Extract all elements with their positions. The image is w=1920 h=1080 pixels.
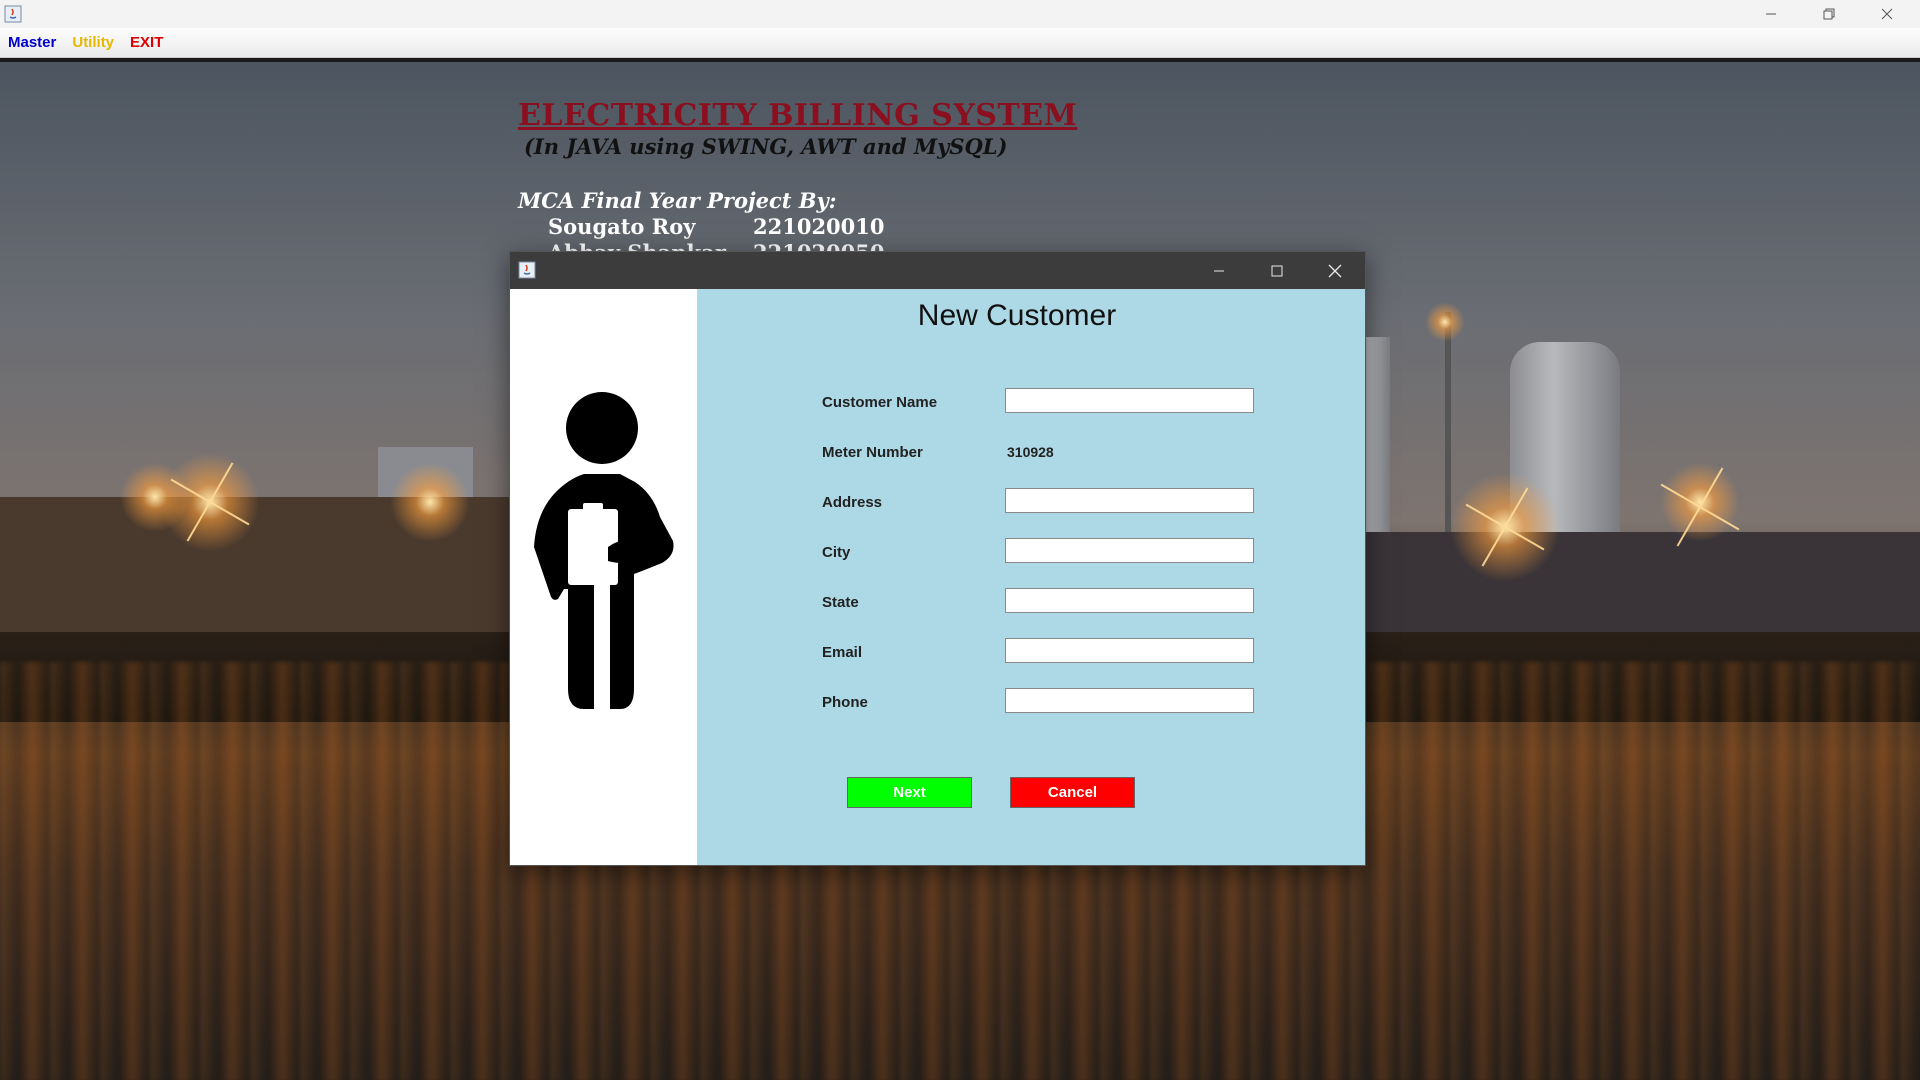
project-by-label: MCA Final Year Project By:	[518, 188, 837, 213]
phone-label: Phone	[822, 694, 868, 711]
menu-exit[interactable]: EXIT	[130, 34, 163, 51]
light-flare	[165, 457, 255, 547]
menubar: Master Utility EXIT	[0, 28, 1920, 58]
light-flare	[1460, 482, 1550, 572]
dialog-heading: New Customer	[917, 299, 1117, 332]
menu-utility[interactable]: Utility	[72, 34, 114, 51]
minimize-button[interactable]	[1742, 0, 1800, 28]
meter-number-label: Meter Number	[822, 444, 923, 461]
customer-name-label: Customer Name	[822, 394, 938, 411]
dialog-image-panel	[510, 289, 697, 865]
main-window-titlebar	[0, 0, 1920, 28]
dialog-minimize-button[interactable]	[1190, 252, 1248, 289]
close-icon	[1881, 8, 1893, 20]
meter-number-value: 310928	[1007, 444, 1054, 460]
email-label: Email	[822, 644, 863, 661]
address-label: Address	[822, 494, 883, 511]
app-subtitle: (In JAVA using SWING, AWT and MySQL)	[524, 134, 1008, 159]
maximize-icon	[1271, 265, 1283, 276]
dialog-titlebar	[510, 252, 1365, 289]
person-with-clipboard-icon	[534, 392, 674, 709]
dialog-maximize-button[interactable]	[1248, 252, 1306, 289]
dialog-close-button[interactable]	[1306, 252, 1364, 289]
light-glow	[1425, 302, 1465, 342]
state-input[interactable]	[1005, 588, 1254, 613]
factory-buildings-right	[1365, 532, 1920, 637]
customer-form-panel: New Customer Customer Name Meter Number …	[697, 289, 1365, 865]
minimize-icon	[1766, 13, 1776, 15]
next-button[interactable]: Next	[847, 777, 972, 808]
address-input[interactable]	[1005, 488, 1254, 513]
email-input[interactable]	[1005, 638, 1254, 663]
java-app-icon	[4, 5, 22, 23]
minimize-icon	[1214, 270, 1224, 271]
light-glow	[390, 462, 470, 542]
close-button[interactable]	[1858, 0, 1916, 28]
new-customer-dialog: New Customer Customer Name Meter Number …	[509, 251, 1366, 866]
cancel-button[interactable]: Cancel	[1010, 777, 1135, 808]
restore-button[interactable]	[1800, 0, 1858, 28]
customer-name-input[interactable]	[1005, 388, 1254, 413]
close-icon	[1328, 264, 1342, 277]
state-label: State	[822, 594, 859, 611]
light-flare	[1655, 462, 1745, 552]
member-id: 221020010	[753, 214, 885, 239]
phone-input[interactable]	[1005, 688, 1254, 713]
java-app-icon	[518, 261, 536, 279]
city-label: City	[822, 544, 851, 561]
restore-icon	[1823, 8, 1835, 20]
city-input[interactable]	[1005, 538, 1254, 563]
app-title: ELECTRICITY BILLING SYSTEM	[518, 98, 1078, 133]
menu-master[interactable]: Master	[8, 34, 56, 51]
member-name: Sougato Roy	[548, 214, 696, 239]
